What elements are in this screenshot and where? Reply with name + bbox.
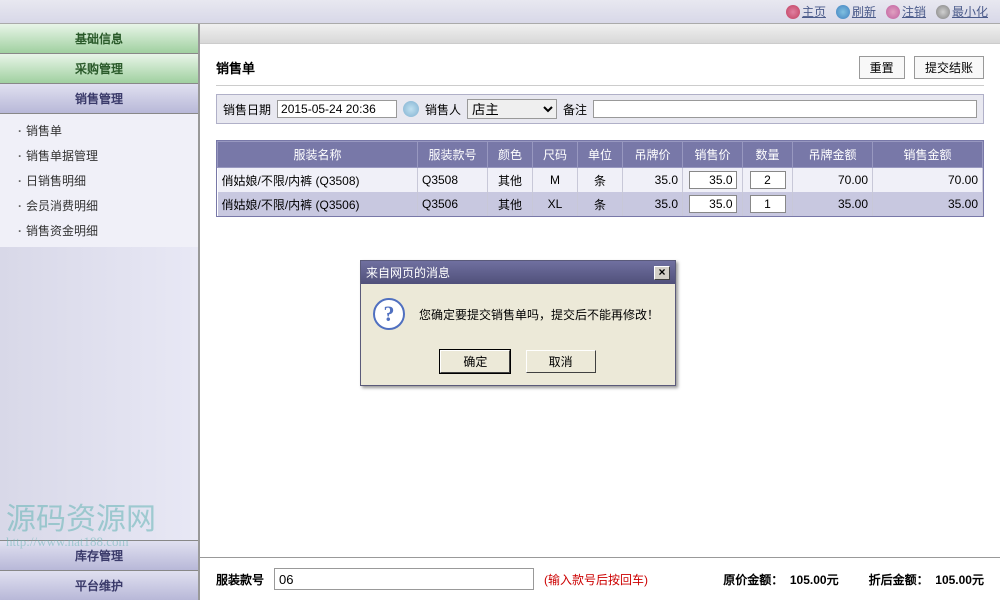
nav-section-basic[interactable]: 基础信息 (0, 24, 198, 54)
col-saleamount: 销售金额 (873, 142, 983, 168)
cell-code: Q3506 (418, 192, 488, 216)
saleprice-input[interactable] (689, 195, 737, 213)
disc-value: 105.00元 (935, 573, 984, 587)
dialog-ok-button[interactable]: 确定 (440, 350, 510, 373)
submit-button[interactable]: 提交结账 (914, 56, 984, 79)
cell-saleamount: 35.00 (873, 192, 983, 216)
date-input[interactable] (277, 100, 397, 118)
dialog-title: 来自网页的消息 (366, 264, 450, 281)
nav-item-daily-detail[interactable]: 日销售明细 (0, 168, 198, 193)
confirm-dialog: 来自网页的消息 × ? 您确定要提交销售单吗，提交后不能再修改！ 确定 取消 (360, 260, 676, 386)
logout-button[interactable]: 注销 (882, 1, 930, 22)
remark-label: 备注 (563, 101, 587, 118)
code-hint: (输入款号后按回车) (544, 571, 648, 588)
cell-name: 俏姑娘/不限/内裤 (Q3506) (218, 192, 418, 216)
home-button[interactable]: 主页 (782, 1, 830, 22)
nav-section-purchase[interactable]: 采购管理 (0, 54, 198, 84)
nav-section-platform[interactable]: 平台维护 (0, 570, 198, 600)
cell-unit: 条 (578, 168, 623, 193)
minimize-icon (936, 5, 950, 19)
table-row[interactable]: 俏姑娘/不限/内裤 (Q3508) Q3508 其他 M 条 35.0 70.0… (218, 168, 983, 193)
filter-bar: 销售日期 销售人 店主 备注 (216, 94, 984, 124)
dialog-cancel-button[interactable]: 取消 (526, 350, 596, 373)
dialog-close-button[interactable]: × (654, 266, 670, 280)
cell-tagprice: 35.0 (623, 168, 683, 193)
footer: 服装款号 (输入款号后按回车) 原价金额： 105.00元 折后金额： 105.… (200, 557, 1000, 600)
refresh-button[interactable]: 刷新 (832, 1, 880, 22)
saleprice-input[interactable] (689, 171, 737, 189)
refresh-icon (836, 5, 850, 19)
cell-tagamount: 70.00 (793, 168, 873, 193)
tab-bar (200, 24, 1000, 44)
date-refresh-icon[interactable] (403, 101, 419, 117)
nav-item-order-mgmt[interactable]: 销售单据管理 (0, 143, 198, 168)
table-row[interactable]: 俏姑娘/不限/内裤 (Q3506) Q3506 其他 XL 条 35.0 35.… (218, 192, 983, 216)
top-toolbar: 主页 刷新 注销 最小化 (0, 0, 1000, 24)
cell-tagprice: 35.0 (623, 192, 683, 216)
col-size: 尺码 (533, 142, 578, 168)
nav-item-member-detail[interactable]: 会员消费明细 (0, 193, 198, 218)
home-icon (786, 5, 800, 19)
cell-unit: 条 (578, 192, 623, 216)
remark-input[interactable] (593, 100, 977, 118)
col-code: 服装款号 (418, 142, 488, 168)
seller-label: 销售人 (425, 101, 461, 118)
disc-label: 折后金额： (869, 573, 929, 587)
nav-submenu: 销售单 销售单据管理 日销售明细 会员消费明细 销售资金明细 (0, 114, 198, 247)
page-title: 销售单 (216, 58, 255, 77)
code-input[interactable] (274, 568, 534, 590)
minimize-button[interactable]: 最小化 (932, 1, 992, 22)
seller-select[interactable]: 店主 (467, 99, 557, 119)
cell-tagamount: 35.00 (793, 192, 873, 216)
cell-name: 俏姑娘/不限/内裤 (Q3508) (218, 168, 418, 193)
date-label: 销售日期 (223, 101, 271, 118)
sales-table: 服装名称 服装款号 颜色 尺码 单位 吊牌价 销售价 数量 吊牌金额 销售金额 (216, 140, 984, 217)
col-saleprice: 销售价 (683, 142, 743, 168)
dialog-message: 您确定要提交销售单吗，提交后不能再修改！ (419, 306, 659, 323)
col-tagprice: 吊牌价 (623, 142, 683, 168)
col-qty: 数量 (743, 142, 793, 168)
question-icon: ? (373, 298, 405, 330)
code-label: 服装款号 (216, 571, 264, 588)
reset-button[interactable]: 重置 (859, 56, 905, 79)
col-name: 服装名称 (218, 142, 418, 168)
nav-item-fund-detail[interactable]: 销售资金明细 (0, 218, 198, 243)
nav-section-sales[interactable]: 销售管理 (0, 84, 198, 114)
cell-code: Q3508 (418, 168, 488, 193)
qty-input[interactable] (750, 195, 786, 213)
nav-section-inventory[interactable]: 库存管理 (0, 540, 198, 570)
cell-size: XL (533, 192, 578, 216)
cell-size: M (533, 168, 578, 193)
sidebar: 基础信息 采购管理 销售管理 销售单 销售单据管理 日销售明细 会员消费明细 销… (0, 24, 200, 600)
col-unit: 单位 (578, 142, 623, 168)
logout-icon (886, 5, 900, 19)
col-color: 颜色 (488, 142, 533, 168)
cell-saleamount: 70.00 (873, 168, 983, 193)
cell-color: 其他 (488, 192, 533, 216)
qty-input[interactable] (750, 171, 786, 189)
orig-value: 105.00元 (790, 573, 839, 587)
col-tagamount: 吊牌金额 (793, 142, 873, 168)
cell-color: 其他 (488, 168, 533, 193)
nav-item-sales-order[interactable]: 销售单 (0, 118, 198, 143)
orig-label: 原价金额： (723, 573, 783, 587)
